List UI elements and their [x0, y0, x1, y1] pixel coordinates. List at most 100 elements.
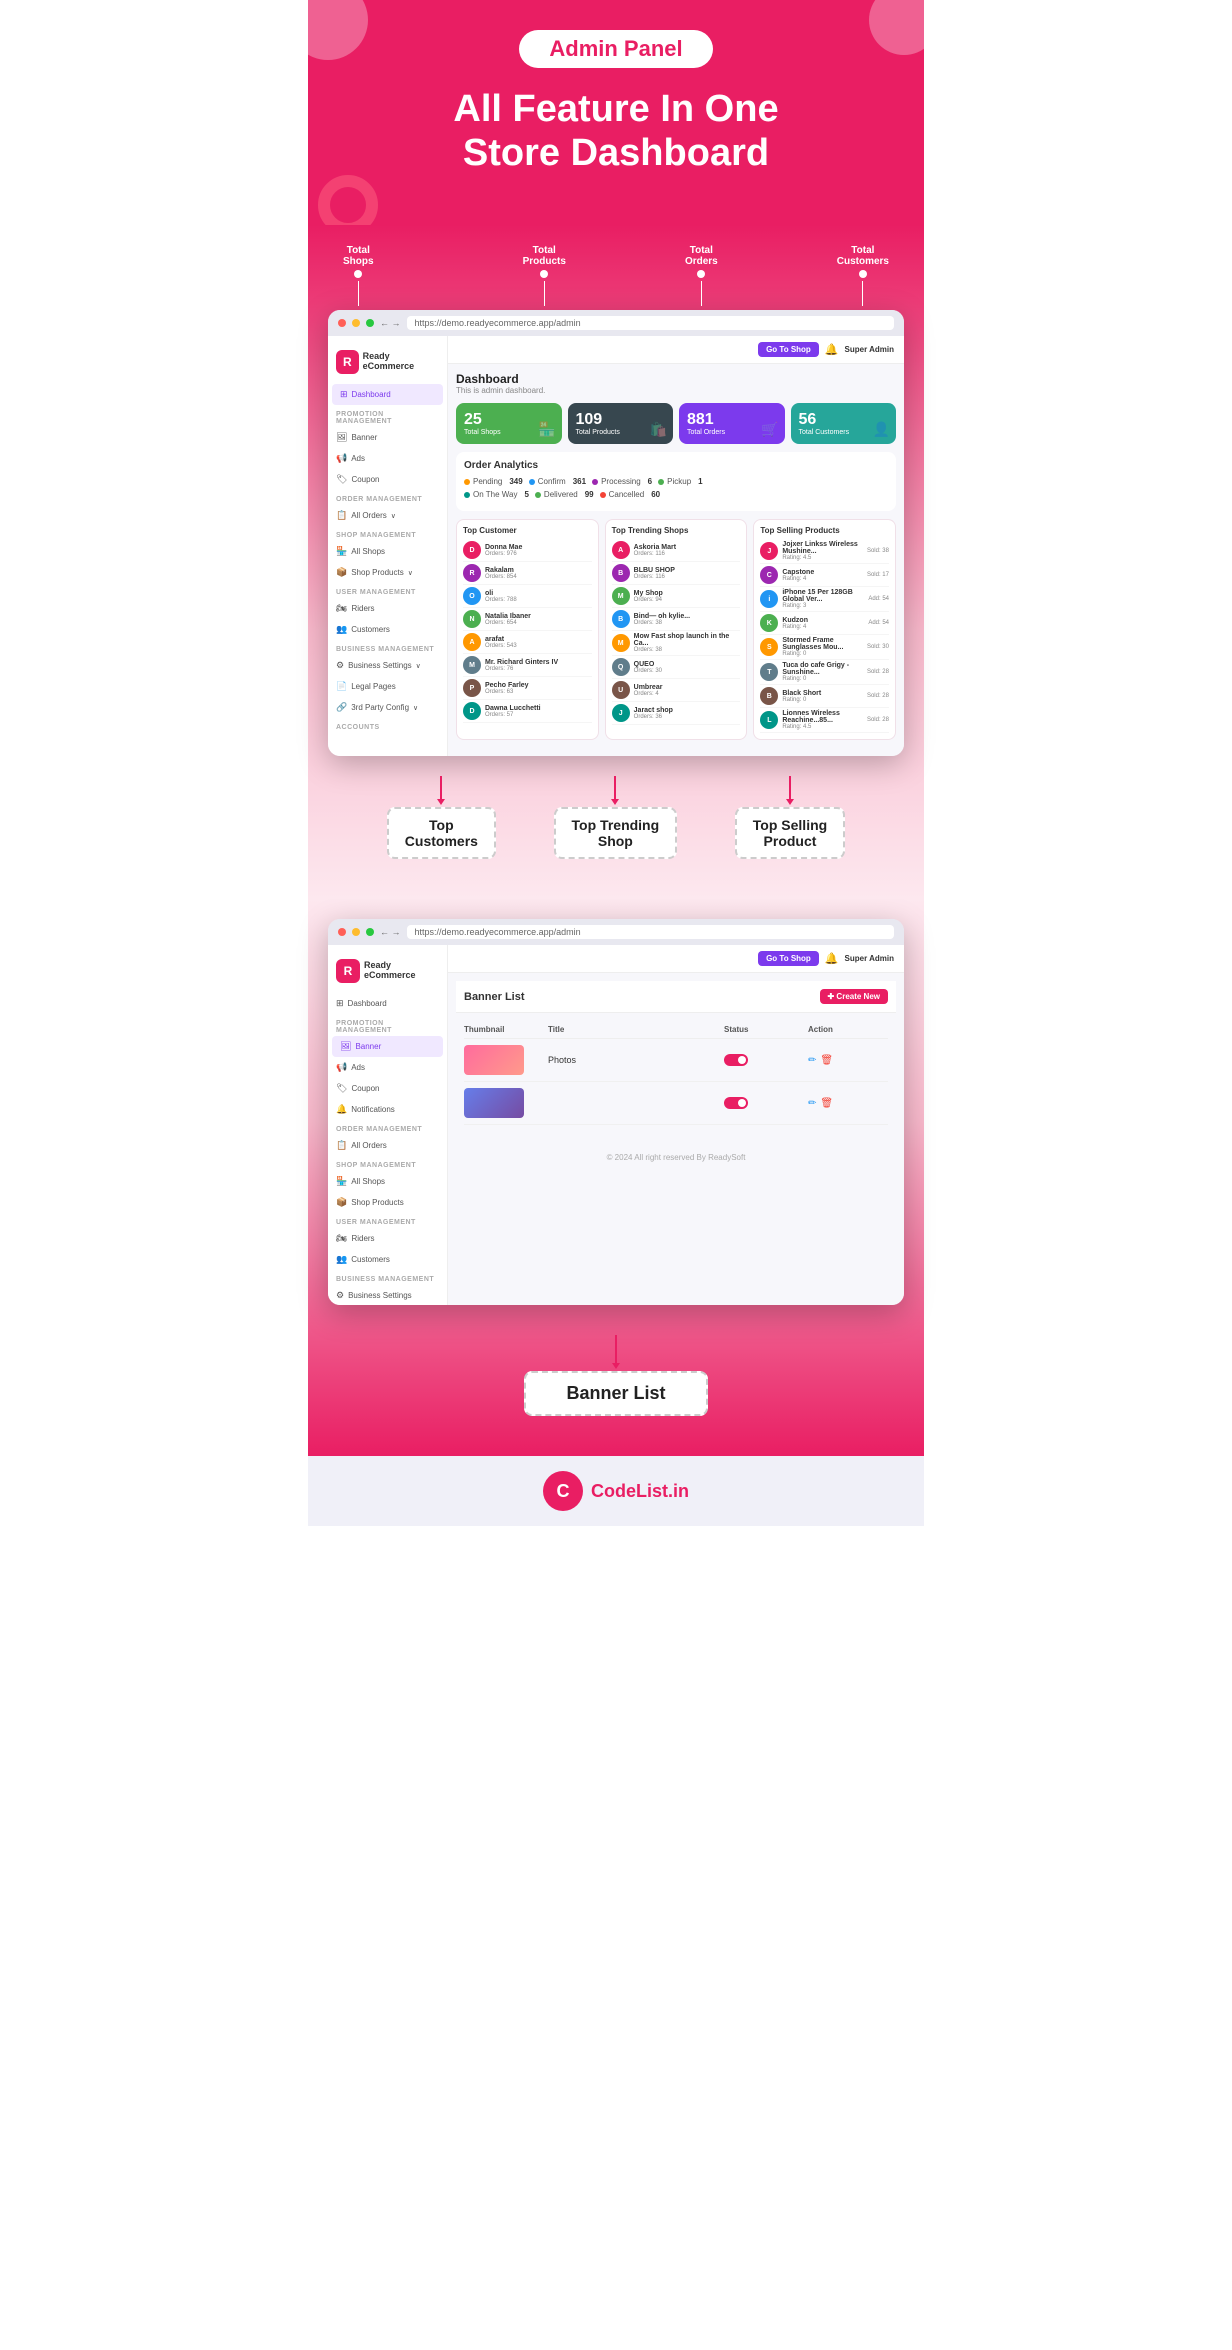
col-action: Action	[808, 1025, 888, 1034]
sidebar-item-3rdparty[interactable]: 🔗 3rd Party Config ∨	[328, 697, 447, 718]
customer-info-5: arafat Orders: 543	[485, 636, 517, 649]
customers-stat-icon: 👤	[873, 421, 890, 438]
customer-row-4: N Natalia Ibaner Orders: 654	[463, 608, 592, 631]
sidebar-item-shop-products[interactable]: 📦 Shop Products ∨	[328, 562, 447, 583]
sidebar-section-orders: ORDER MANAGEMENT	[328, 490, 447, 505]
customer-row-6: M Mr. Richard Ginters IV Orders: 76	[463, 654, 592, 677]
codelist-logo-text: CodeList.in	[591, 1481, 689, 1502]
banner-list-label: Banner List	[524, 1371, 707, 1416]
shop-row-1: A Askoria Mart Orders: 116	[612, 539, 741, 562]
sidebar-section-accounts: ACCOUNTS	[328, 718, 447, 733]
banner-actions-2: ✏ 🗑	[808, 1098, 888, 1109]
sidebar-item-all-shops[interactable]: 🏪 All Shops	[328, 541, 447, 562]
shop-avatar-1: A	[612, 541, 630, 559]
b-sidebar-item-riders[interactable]: 🏍 Riders	[328, 1228, 447, 1249]
sidebar-item-dashboard[interactable]: ⊞ Dashboard	[332, 384, 443, 405]
shop-row-2: B BLBU SHOP Orders: 116	[612, 562, 741, 585]
banner-thumbnail-2	[464, 1088, 524, 1118]
b-notif-icon: 🔔	[336, 1104, 347, 1115]
b-sidebar-item-all-shops[interactable]: 🏪 All Shops	[328, 1171, 447, 1192]
shop-info-2: BLBU SHOP Orders: 116	[634, 567, 675, 580]
b-sidebar-item-shop-products[interactable]: 📦 Shop Products	[328, 1192, 447, 1213]
sidebar-item-coupon[interactable]: 🏷 Coupon	[328, 469, 447, 490]
customer-avatar-4: N	[463, 610, 481, 628]
b-sidebar-item-notifications[interactable]: 🔔 Notifications	[328, 1099, 447, 1120]
b-sidebar-section-orders: ORDER MANAGEMENT	[328, 1120, 447, 1135]
sidebar-item-all-orders[interactable]: 📋 All Orders ∨	[328, 505, 447, 526]
dashboard-icon: ⊞	[340, 389, 348, 400]
shop-avatar-5: M	[612, 634, 630, 652]
go-to-shop-button[interactable]: Go To Shop	[758, 342, 819, 357]
sidebar-section-promotion: PROMOTION MANAGEMENT	[328, 405, 447, 427]
sidebar-item-customers[interactable]: 👥 Customers	[328, 619, 447, 640]
ads-icon: 📢	[336, 453, 347, 464]
banner-user-menu[interactable]: Super Admin	[845, 954, 894, 963]
product-avatar-3: i	[760, 590, 778, 608]
banner-thumbnail-1	[464, 1045, 524, 1075]
page-subtitle: This is admin dashboard.	[456, 386, 896, 395]
logo-icon: R	[336, 350, 359, 374]
browser-bar: ← → https://demo.readyecommerce.app/admi…	[328, 310, 904, 336]
db-main-content: Go To Shop 🔔 Super Admin Dashboard This …	[448, 336, 904, 756]
analytics-cancelled: Cancelled 60	[600, 490, 660, 499]
shop-row-3: M My Shop Orders: 94	[612, 585, 741, 608]
b-sidebar-item-coupon[interactable]: 🏷 Coupon	[328, 1078, 447, 1099]
user-menu[interactable]: Super Admin	[845, 345, 894, 354]
b-sidebar-item-all-orders[interactable]: 📋 All Orders	[328, 1135, 447, 1156]
stat-card-shops: 25 Total Shops 🏪	[456, 403, 562, 444]
legal-icon: 📄	[336, 681, 347, 692]
bottom-ann-customers-label: TopCustomers	[387, 807, 496, 859]
product-row-1: J Jojxer Linkss Wireless Mushine... Rati…	[760, 539, 889, 564]
product-avatar-7: B	[760, 687, 778, 705]
banner-status-toggle-1[interactable]	[724, 1054, 748, 1066]
banner-browser-mockup: ← → https://demo.readyecommerce.app/admi…	[328, 919, 904, 1305]
banner-browser-bar: ← → https://demo.readyecommerce.app/admi…	[328, 919, 904, 945]
shop-products-icon: 📦	[336, 567, 347, 578]
analytics-onway: On The Way 5	[464, 490, 529, 499]
stat-card-products: 109 Total Products 🛍️	[568, 403, 674, 444]
banner-topbar: Go To Shop 🔔 Super Admin	[448, 945, 904, 973]
product-info-1: Jojxer Linkss Wireless Mushine... Rating…	[782, 541, 863, 561]
edit-banner-1-icon[interactable]: ✏	[808, 1055, 816, 1066]
edit-banner-2-icon[interactable]: ✏	[808, 1098, 816, 1109]
sidebar-item-legal-pages[interactable]: 📄 Legal Pages	[328, 676, 447, 697]
banner-go-shop-btn[interactable]: Go To Shop	[758, 951, 819, 966]
shop-info-5: Mow Fast shop launch in the Ca... Orders…	[634, 633, 741, 653]
biz-settings-icon: ⚙	[336, 660, 344, 671]
b-sidebar-item-banner[interactable]: 🖼 Banner	[332, 1036, 443, 1057]
create-new-button[interactable]: ✚ Create New	[820, 989, 889, 1004]
shop-avatar-8: J	[612, 704, 630, 722]
b-sidebar-item-business-settings[interactable]: ⚙ Business Settings	[328, 1285, 447, 1305]
bottom-annotations: TopCustomers Top TrendingShop Top Sellin…	[328, 776, 904, 859]
sidebar-item-ads[interactable]: 📢 Ads	[328, 448, 447, 469]
sidebar-item-banner[interactable]: 🖼 Banner	[328, 427, 447, 448]
banner-status-toggle-2[interactable]	[724, 1097, 748, 1109]
delete-banner-1-icon[interactable]: 🗑	[820, 1055, 833, 1066]
riders-icon: 🏍	[336, 603, 347, 614]
banner-sidebar-logo: R ReadyeCommerce	[328, 953, 447, 989]
sidebar-item-business-settings[interactable]: ⚙ Business Settings ∨	[328, 655, 447, 676]
banner-bell-icon[interactable]: 🔔	[825, 952, 839, 965]
shop-row-6: Q QUEO Orders: 30	[612, 656, 741, 679]
top-annotations: Total Shops Total Products Total Orders …	[328, 245, 904, 306]
sidebar-item-riders[interactable]: 🏍 Riders	[328, 598, 447, 619]
notification-bell-icon[interactable]: 🔔	[825, 343, 839, 356]
bottom-ann-selling-label: Top SellingProduct	[735, 807, 845, 859]
product-avatar-1: J	[760, 542, 778, 560]
b-banner-icon: 🖼	[340, 1041, 351, 1052]
analytics-delivered: Delivered 99	[535, 490, 594, 499]
delete-banner-2-icon[interactable]: 🗑	[820, 1098, 833, 1109]
banner-page-title: Banner List	[464, 991, 525, 1003]
ann-total-products: Total Products	[523, 245, 566, 306]
b-sidebar-item-ads[interactable]: 📢 Ads	[328, 1057, 447, 1078]
b-biz-settings-icon: ⚙	[336, 1290, 344, 1301]
pending-dot	[464, 479, 470, 485]
logo-text: Ready eCommerce	[363, 352, 439, 372]
b-dashboard-icon: ⊞	[336, 998, 344, 1009]
customer-avatar-5: A	[463, 633, 481, 651]
product-row-3: i iPhone 15 Per 128GB Global Ver... Rati…	[760, 587, 889, 612]
b-sidebar-item-dashboard[interactable]: ⊞ Dashboard	[328, 993, 447, 1014]
customers-icon: 👥	[336, 624, 347, 635]
b-sidebar-item-customers[interactable]: 👥 Customers	[328, 1249, 447, 1270]
banner-actions-1: ✏ 🗑	[808, 1055, 888, 1066]
